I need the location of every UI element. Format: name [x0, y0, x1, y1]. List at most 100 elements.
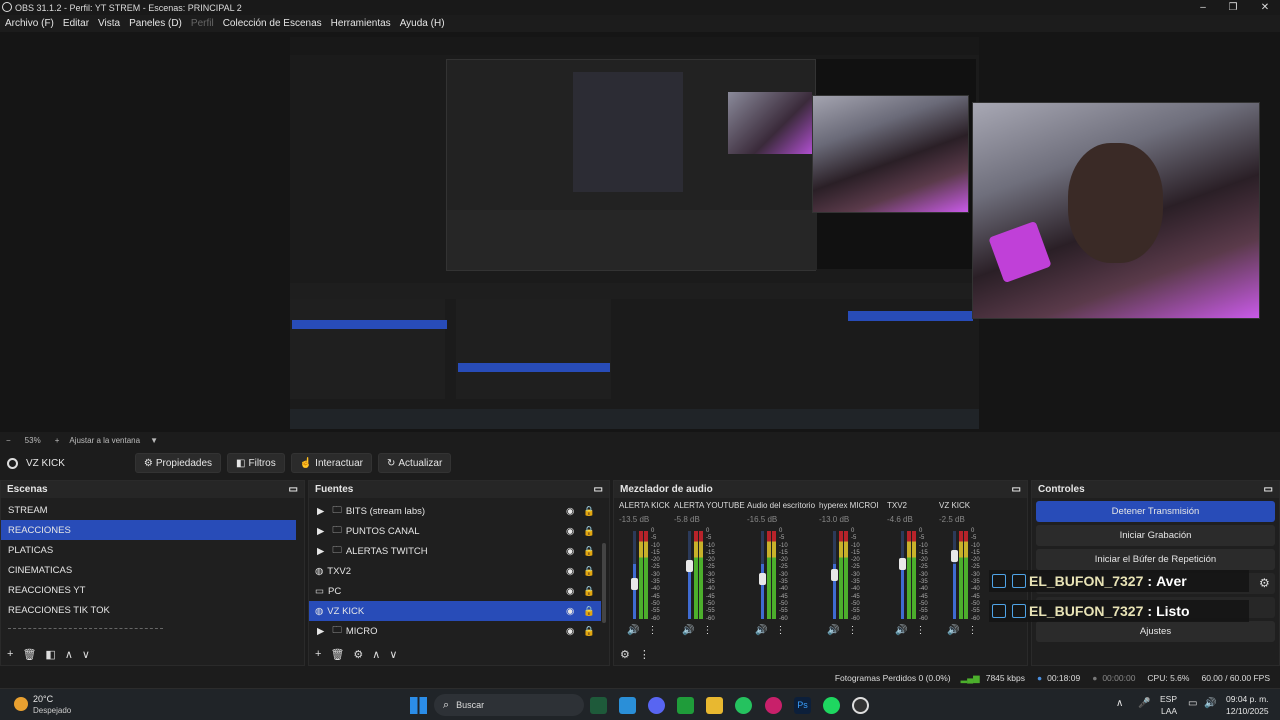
mixer-menu-button[interactable]: ⋮ [639, 648, 650, 661]
scene-item[interactable]: CINEMATICAS [1, 560, 296, 580]
start-recording-button[interactable]: Iniciar Grabación [1036, 525, 1275, 546]
xbox-icon[interactable] [677, 697, 694, 714]
interact-button[interactable]: ☝ Interactuar [290, 453, 372, 473]
menu-vista[interactable]: Vista [98, 18, 120, 29]
undock-icon[interactable]: ▭ [594, 484, 603, 495]
expand-arrow-icon[interactable]: ▶ [317, 506, 324, 517]
taskbar-search[interactable]: ⌕ Buscar [434, 694, 584, 716]
add-source-button[interactable]: + [315, 648, 321, 660]
lock-icon[interactable]: 🔒 [583, 626, 595, 637]
folder-icon[interactable] [706, 697, 723, 714]
filters-button[interactable]: ◧ Filtros [227, 453, 285, 473]
eye-icon[interactable]: ◉ [566, 606, 574, 617]
eye-icon[interactable]: ◉ [566, 546, 574, 557]
menu-herramientas[interactable]: Herramientas [331, 18, 391, 29]
source-item[interactable]: ▶ 🗀 MICRO ◉ 🔒 [309, 621, 601, 641]
minimize-button[interactable]: – [1188, 0, 1218, 15]
scene-item[interactable]: STREAM [1, 500, 296, 520]
expand-arrow-icon[interactable]: ▶ [317, 546, 324, 557]
close-button[interactable]: ✕ [1250, 0, 1280, 15]
source-item[interactable]: ◍ VZ KICK ◉ 🔒 [309, 601, 601, 621]
weather-temp[interactable]: 20°C [33, 694, 53, 704]
undock-icon[interactable]: ▭ [1012, 484, 1021, 495]
source-item[interactable]: ▭ PC ◉ 🔒 [309, 581, 601, 601]
move-down-button[interactable]: ∨ [82, 648, 90, 661]
source-item[interactable]: ▶ 🗀 BITS (stream labs) ◉ 🔒 [309, 501, 601, 521]
lock-icon[interactable]: 🔒 [583, 526, 595, 537]
lang-code-2[interactable]: LAA [1161, 706, 1177, 716]
eye-icon[interactable]: ◉ [566, 526, 574, 537]
undock-icon[interactable]: ▭ [1264, 484, 1273, 495]
source-item[interactable]: ▶ 🗀 PUNTOS CANAL ◉ 🔒 [309, 521, 601, 541]
obs-icon[interactable] [852, 697, 869, 714]
speaker-icon[interactable]: 🔊 [947, 625, 959, 636]
volume-fader[interactable] [831, 569, 838, 581]
windows-start-icon[interactable] [410, 697, 427, 714]
expand-arrow-icon[interactable]: ▶ [317, 526, 324, 537]
menu-coleccion[interactable]: Colección de Escenas [223, 18, 322, 29]
mic-icon[interactable]: 🎤 [1138, 698, 1150, 709]
scene-filters-button[interactable]: ◧ [45, 648, 55, 661]
eye-icon[interactable]: ◉ [566, 586, 574, 597]
chevron-down-icon[interactable]: ▼ [150, 436, 158, 445]
menu-ayuda[interactable]: Ayuda (H) [400, 18, 445, 29]
scene-item[interactable]: REACCIONES [1, 520, 296, 540]
eye-icon[interactable]: ◉ [566, 506, 574, 517]
clock-date[interactable]: 12/10/2025 [1226, 706, 1269, 716]
refresh-button[interactable]: ↻ Actualizar [377, 453, 452, 473]
volume-icon[interactable]: 🔊 [1204, 698, 1216, 709]
channel-menu-button[interactable]: ⋮ [702, 625, 712, 636]
whatsapp-icon[interactable] [735, 697, 752, 714]
undock-icon[interactable]: ▭ [289, 484, 298, 495]
scene-item[interactable]: REACCIONES TIK TOK [1, 600, 296, 620]
speaker-icon[interactable]: 🔊 [627, 625, 639, 636]
menu-paneles[interactable]: Paneles (D) [129, 18, 182, 29]
source-item[interactable]: ◍ TXV2 ◉ 🔒 [309, 561, 601, 581]
menu-perfil[interactable]: Perfil [191, 18, 214, 29]
add-scene-button[interactable]: + [7, 648, 13, 660]
mixer-settings-button[interactable]: ⚙ [620, 648, 630, 661]
photoshop-icon[interactable]: Ps [794, 697, 811, 714]
volume-fader[interactable] [951, 550, 958, 562]
expand-arrow-icon[interactable]: ▶ [317, 626, 324, 637]
lock-icon[interactable]: 🔒 [583, 606, 595, 617]
menu-archivo[interactable]: Archivo (F) [5, 18, 54, 29]
eye-icon[interactable]: ◉ [566, 626, 574, 637]
spotify-icon[interactable] [823, 697, 840, 714]
volume-fader[interactable] [686, 560, 693, 572]
chevron-up-icon[interactable]: ∧ [1116, 698, 1123, 709]
speaker-icon[interactable]: 🔊 [895, 625, 907, 636]
speaker-icon[interactable]: 🔊 [755, 625, 767, 636]
settings-button[interactable]: Ajustes [1036, 621, 1275, 642]
lock-icon[interactable]: 🔒 [583, 506, 595, 517]
volume-fader[interactable] [631, 578, 638, 590]
properties-button[interactable]: ⚙ Propiedades [134, 453, 222, 473]
opera-icon[interactable] [765, 697, 782, 714]
channel-menu-button[interactable]: ⋮ [967, 625, 977, 636]
speaker-icon[interactable]: 🔊 [682, 625, 694, 636]
stop-stream-button[interactable]: Detener Transmisión [1036, 501, 1275, 522]
discord-icon[interactable] [648, 697, 665, 714]
maximize-button[interactable]: ❐ [1218, 0, 1248, 15]
weather-desc[interactable]: Despejado [33, 706, 71, 715]
scene-item[interactable]: PLATICAS [1, 540, 296, 560]
lock-icon[interactable]: 🔒 [583, 586, 595, 597]
gear-icon[interactable]: ⚙ [1259, 576, 1270, 590]
network-icon[interactable]: ▭ [1188, 698, 1197, 709]
zoom-fit-select[interactable]: Ajustar a la ventana [69, 436, 140, 445]
speaker-icon[interactable]: 🔊 [827, 625, 839, 636]
lang-code[interactable]: ESP [1160, 694, 1177, 704]
remove-source-button[interactable]: 🗑 [330, 648, 344, 661]
lock-icon[interactable]: 🔒 [583, 546, 595, 557]
notepad-icon[interactable] [619, 697, 636, 714]
channel-menu-button[interactable]: ⋮ [847, 625, 857, 636]
zoom-in-button[interactable]: + [55, 436, 60, 445]
move-up-button[interactable]: ∧ [372, 648, 380, 661]
replay-buffer-button[interactable]: Iniciar el Búfer de Repetición [1036, 549, 1275, 570]
sources-scrollbar[interactable] [602, 543, 606, 623]
channel-menu-button[interactable]: ⋮ [647, 625, 657, 636]
menu-editar[interactable]: Editar [63, 18, 89, 29]
source-item[interactable]: ▶ 🗀 ALERTAS TWITCH ◉ 🔒 [309, 541, 601, 561]
move-up-button[interactable]: ∧ [65, 648, 73, 661]
terminal-icon[interactable] [590, 697, 607, 714]
